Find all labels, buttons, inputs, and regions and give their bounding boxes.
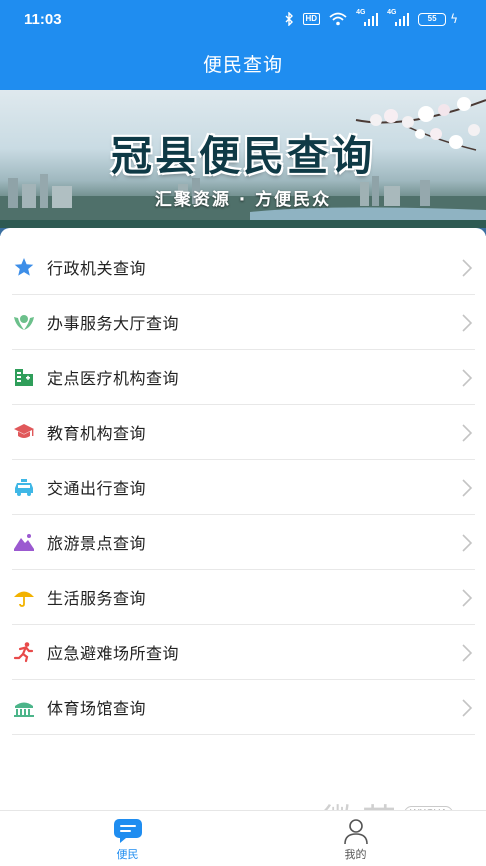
- chevron-right-icon: [462, 424, 473, 442]
- menu-item-label: 办事服务大厅查询: [47, 314, 180, 333]
- status-time: 11:03: [24, 11, 62, 28]
- menu-item-tourism[interactable]: 旅游景点查询: [12, 515, 475, 570]
- star-icon: [12, 255, 36, 279]
- menu-item-admin-agencies[interactable]: 行政机关查询: [12, 240, 475, 295]
- chevron-right-icon: [462, 644, 473, 662]
- signal-icon-2: 4G: [387, 9, 410, 26]
- battery-icon: 55: [418, 12, 447, 26]
- stadium-icon: [12, 695, 36, 719]
- chat-bubble-icon: [113, 819, 142, 843]
- menu-item-label: 体育场馆查询: [47, 699, 147, 718]
- menu-item-label: 应急避难场所查询: [47, 644, 180, 663]
- taxi-icon: [12, 475, 36, 499]
- chevron-right-icon: [462, 479, 473, 497]
- bluetooth-icon: [285, 12, 293, 26]
- chevron-right-icon: [462, 314, 473, 332]
- chevron-right-icon: [462, 699, 473, 717]
- menu-item-transport[interactable]: 交通出行查询: [12, 460, 475, 515]
- menu-card: 行政机关查询 办事服务大厅查询 定点医疗机构查询 教育机构查询 交通出行查询 旅…: [0, 228, 486, 810]
- bottom-nav: 便民 我的: [0, 810, 486, 866]
- chevron-right-icon: [462, 369, 473, 387]
- menu-item-emergency-shelter[interactable]: 应急避难场所查询: [12, 625, 475, 680]
- chevron-right-icon: [462, 259, 473, 277]
- menu-item-label: 旅游景点查询: [47, 534, 147, 553]
- banner-title: 冠县便民查询: [111, 132, 375, 180]
- chevron-right-icon: [462, 589, 473, 607]
- menu-item-education[interactable]: 教育机构查询: [12, 405, 475, 460]
- charging-icon: ϟ: [450, 12, 458, 26]
- status-icons: HD 4G 4G 55 ϟ: [285, 9, 458, 27]
- banner: 冠县便民查询 汇聚资源 · 方便民众: [0, 90, 486, 236]
- wifi-icon: [329, 12, 347, 26]
- tab-home[interactable]: 便民: [6, 811, 249, 866]
- mountain-icon: [12, 530, 36, 554]
- menu-item-service-hall[interactable]: 办事服务大厅查询: [12, 295, 475, 350]
- graduation-cap-icon: [12, 420, 36, 444]
- menu-item-label: 行政机关查询: [47, 259, 147, 278]
- menu-item-label: 生活服务查询: [47, 589, 147, 608]
- app-screen: 11:03 HD 4G 4G 55 ϟ 便民查询 冠县便民查询 汇聚资源 · 方…: [0, 0, 486, 866]
- hd-voice-icon: HD: [302, 13, 321, 25]
- running-man-icon: [12, 640, 36, 664]
- tab-home-label: 便民: [116, 848, 139, 861]
- menu-item-life-services[interactable]: 生活服务查询: [12, 570, 475, 625]
- menu-item-label: 交通出行查询: [47, 479, 147, 498]
- user-icon: [343, 819, 368, 845]
- page-title: 便民查询: [202, 54, 283, 76]
- menu-item-medical[interactable]: 定点医疗机构查询: [12, 350, 475, 405]
- menu-item-label: 定点医疗机构查询: [47, 369, 180, 388]
- chevron-right-icon: [462, 534, 473, 552]
- hospital-icon: [12, 365, 36, 389]
- signal-icon: 4G: [356, 9, 379, 26]
- top-bar: 11:03 HD 4G 4G 55 ϟ 便民查询: [0, 0, 486, 90]
- banner-subtitle: 汇聚资源 · 方便民众: [154, 190, 332, 210]
- menu-item-stadiums[interactable]: 体育场馆查询: [12, 680, 475, 735]
- service-hall-icon: [12, 310, 36, 334]
- menu-item-label: 教育机构查询: [47, 424, 147, 443]
- tab-mine-label: 我的: [344, 848, 367, 861]
- umbrella-icon: [12, 585, 36, 609]
- status-bar: 11:03 HD 4G 4G 55 ϟ: [0, 0, 486, 38]
- tab-mine[interactable]: 我的: [234, 811, 477, 866]
- menu-list: 行政机关查询 办事服务大厅查询 定点医疗机构查询 教育机构查询 交通出行查询 旅…: [12, 240, 475, 735]
